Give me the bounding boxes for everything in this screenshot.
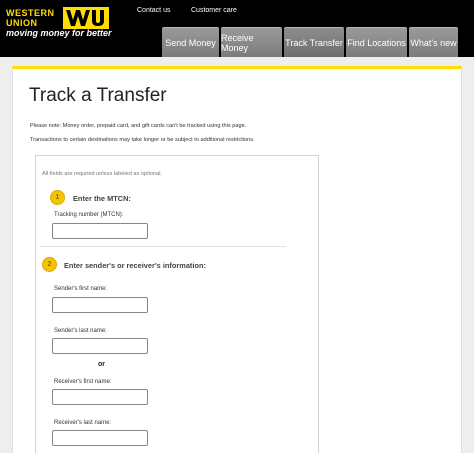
content-panel: Track a Transfer Please note: Money orde… bbox=[12, 66, 462, 453]
contact-us-link[interactable]: Contact us bbox=[137, 7, 170, 14]
tab-find-locations[interactable]: Find Locations bbox=[346, 27, 407, 57]
logo-tagline: moving money for better bbox=[6, 28, 112, 38]
wu-logo-mark-icon bbox=[63, 7, 109, 29]
tab-receive-money[interactable]: Receive Money bbox=[221, 27, 282, 57]
or-separator: or bbox=[98, 361, 105, 368]
tab-label: Receive Money bbox=[221, 32, 254, 53]
sender-first-name-input[interactable] bbox=[52, 297, 148, 313]
tab-label: Find Locations bbox=[347, 37, 406, 48]
mtcn-input[interactable] bbox=[52, 223, 148, 239]
tab-label: Send Money bbox=[165, 37, 216, 48]
tab-track-transfer[interactable]: Track Transfer bbox=[284, 27, 344, 57]
site-header: WESTERN UNION moving money for better Co… bbox=[0, 0, 474, 57]
customer-care-link[interactable]: Customer care bbox=[191, 7, 237, 14]
tab-send-money[interactable]: Send Money bbox=[162, 27, 219, 57]
receiver-last-name-input[interactable] bbox=[52, 430, 148, 446]
tab-whats-new[interactable]: What's new bbox=[409, 27, 458, 57]
step-2-title: Enter sender's or receiver's information… bbox=[64, 261, 206, 270]
page-title: Track a Transfer bbox=[29, 85, 167, 106]
tracking-notice: Please note: Money order, prepaid card, … bbox=[30, 123, 247, 129]
step-1-title: Enter the MTCN: bbox=[73, 194, 131, 203]
receiver-first-name-label: Receiver's first name: bbox=[54, 379, 112, 385]
tab-label: What's new bbox=[410, 37, 457, 48]
sender-first-name-label: Sender's first name: bbox=[54, 286, 108, 292]
western-union-logo[interactable]: WESTERN UNION moving money for better bbox=[6, 3, 136, 38]
mtcn-label: Tracking number (MTCN): bbox=[54, 212, 124, 218]
tab-label: Track Transfer bbox=[285, 37, 343, 48]
destinations-notice: Transactions to certain destinations may… bbox=[30, 137, 255, 143]
section-divider bbox=[40, 246, 286, 247]
step-1-badge: 1 bbox=[50, 190, 65, 205]
receiver-last-name-label: Receiver's last name: bbox=[54, 420, 112, 426]
main-nav: Send Money Receive Money Track Transfer … bbox=[162, 27, 460, 57]
sender-last-name-input[interactable] bbox=[52, 338, 148, 354]
logo-wordmark: WESTERN UNION bbox=[6, 8, 55, 28]
required-fields-note: All fields are required unless labeled a… bbox=[42, 171, 163, 177]
track-transfer-form: All fields are required unless labeled a… bbox=[35, 155, 319, 453]
step-2-badge: 2 bbox=[42, 257, 57, 272]
receiver-first-name-input[interactable] bbox=[52, 389, 148, 405]
sender-last-name-label: Sender's last name: bbox=[54, 328, 107, 334]
